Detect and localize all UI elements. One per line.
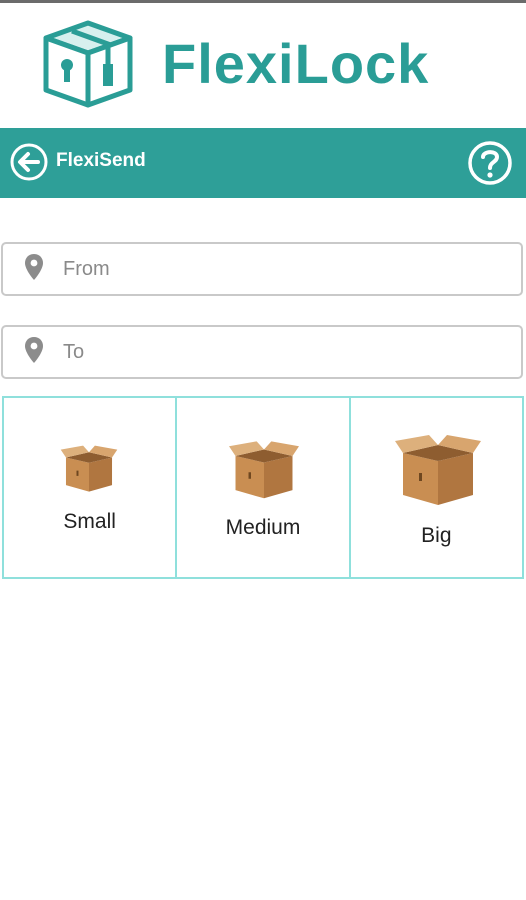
package-size-selector: Small Medium Big: [2, 396, 524, 579]
size-option-big[interactable]: Big: [351, 398, 522, 577]
box-small-icon: [60, 445, 118, 492]
page-title: FlexiSend: [56, 150, 146, 171]
from-field[interactable]: [1, 242, 523, 296]
box-medium-icon: [229, 441, 300, 499]
flexilock-logo-icon: [43, 20, 133, 108]
back-arrow-icon[interactable]: [9, 142, 49, 182]
app-bar: FlexiSend: [0, 128, 526, 198]
size-label-small: Small: [63, 510, 116, 533]
size-option-medium[interactable]: Medium: [177, 398, 351, 577]
size-option-small[interactable]: Small: [4, 398, 178, 577]
from-input[interactable]: [63, 252, 503, 286]
to-input[interactable]: [63, 335, 503, 369]
location-pin-icon: [25, 337, 43, 363]
box-big-icon: [394, 435, 481, 505]
help-icon[interactable]: [467, 140, 513, 186]
size-label-big: Big: [421, 524, 452, 547]
location-pin-icon: [25, 254, 43, 280]
to-field[interactable]: [1, 325, 523, 379]
header-logo: FlexiLock: [0, 3, 526, 127]
brand-name: FlexiLock: [162, 32, 430, 95]
size-label-medium: Medium: [225, 516, 301, 539]
